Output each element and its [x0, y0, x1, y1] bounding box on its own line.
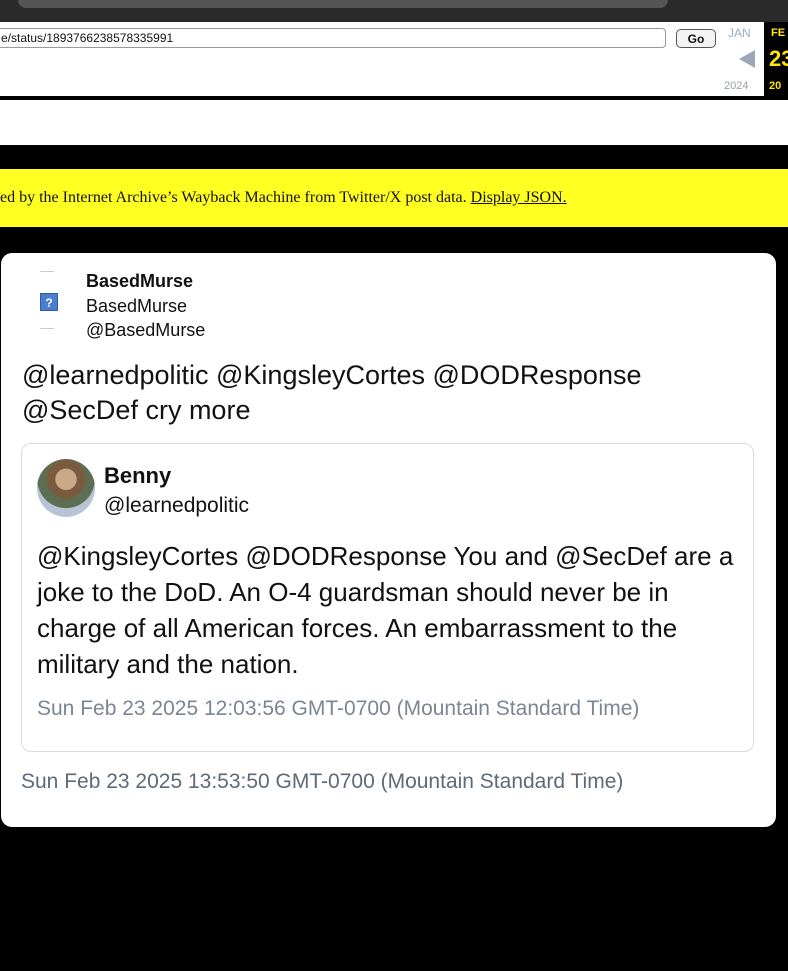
quoted-tweet-timestamp: Sun Feb 23 2025 12:03:56 GMT-0700 (Mount… [37, 697, 640, 720]
address-pill [18, 0, 668, 8]
quoted-author-name[interactable]: Benny [104, 463, 171, 489]
quoted-author-handle[interactable]: @learnedpolitic [104, 494, 249, 518]
prev-year-label[interactable]: 2024 [724, 80, 748, 92]
browser-top-strip [0, 0, 788, 22]
tweet-text: @learnedpolitic @KingsleyCortes @DODResp… [22, 360, 642, 425]
avatar-divider [40, 328, 54, 329]
prev-month-label[interactable]: JAN [728, 26, 751, 40]
notice-message: ed by the Internet Archive’s Wayback Mac… [0, 189, 467, 206]
prev-capture-arrow-icon[interactable] [739, 50, 755, 68]
url-input[interactable]: e/status/1893766238578335991 [0, 28, 666, 48]
current-year-label: 20 [769, 80, 782, 92]
author-name: BasedMurse [86, 296, 188, 316]
author-display-name[interactable]: BasedMurse [86, 271, 193, 292]
tweet-timestamp: Sun Feb 23 2025 13:53:50 GMT-0700 (Mount… [21, 770, 624, 793]
current-day-label: 23 [769, 46, 788, 71]
broken-avatar-icon: ? [40, 293, 58, 311]
author-handle[interactable]: @BasedMurse [86, 320, 205, 341]
go-button[interactable]: Go [676, 29, 716, 48]
avatar-divider [40, 271, 54, 272]
archive-notice-text: ed by the Internet Archive’s Wayback Mac… [0, 189, 567, 207]
quoted-tweet-text: @KingsleyCortes @DODResponse You and @Se… [37, 541, 734, 679]
toolbar-spacer [0, 100, 788, 145]
quoted-author-avatar[interactable] [37, 459, 95, 517]
display-json-link[interactable]: Display JSON. [471, 189, 567, 206]
current-month-label: FE [771, 27, 786, 39]
